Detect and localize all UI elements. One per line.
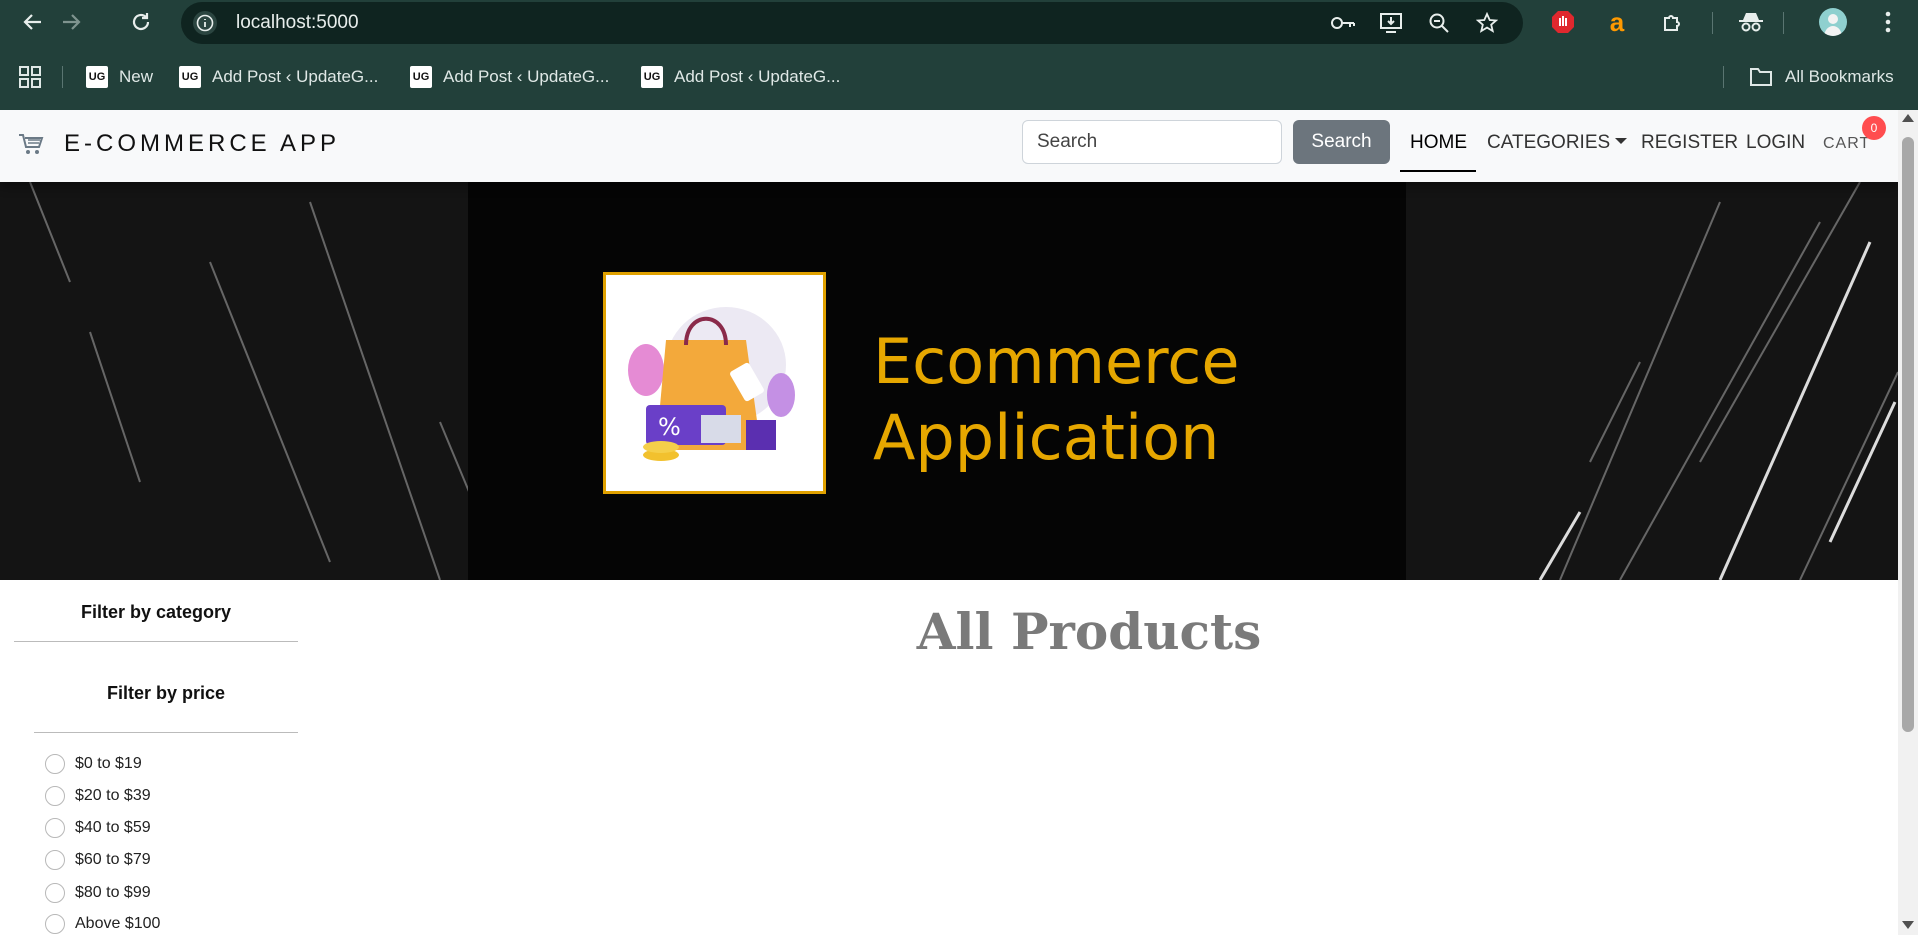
price-option-label: $60 to $79: [75, 851, 151, 868]
nav-categories[interactable]: CATEGORIES: [1487, 132, 1628, 154]
bookmark-favicon-icon: UG: [86, 66, 108, 88]
bookmark-favicon-icon: UG: [641, 66, 663, 88]
incognito-icon[interactable]: [1737, 8, 1765, 36]
radio-button[interactable]: [45, 850, 65, 870]
bookmark-label: Add Post ‹ UpdateG...: [443, 67, 610, 86]
all-bookmarks[interactable]: All Bookmarks: [1749, 64, 1894, 90]
filters-sidebar: Filter by category Filter by price $0 to…: [14, 580, 298, 935]
radio-button[interactable]: [45, 883, 65, 903]
search-input[interactable]: [1022, 120, 1282, 164]
toolbar-divider: [1783, 12, 1784, 34]
browser-toolbar: localhost:5000 a: [0, 0, 1918, 45]
filter-price-heading: Filter by price: [106, 683, 226, 703]
scroll-up-icon[interactable]: [1902, 114, 1914, 122]
svg-text:%: %: [658, 413, 681, 441]
price-option[interactable]: $0 to $19: [45, 752, 142, 776]
price-option[interactable]: $60 to $79: [45, 848, 151, 872]
extensions-icon[interactable]: [1659, 8, 1687, 36]
avatar-icon[interactable]: [1819, 8, 1847, 36]
bookmark-divider: [62, 66, 63, 88]
search-button[interactable]: Search: [1293, 120, 1390, 164]
bookmark-label: Add Post ‹ UpdateG...: [674, 67, 841, 86]
page-scrollbar[interactable]: [1898, 110, 1918, 935]
bookmark-item[interactable]: UG Add Post ‹ UpdateG...: [410, 64, 609, 90]
radio-button[interactable]: [45, 754, 65, 774]
nav-categories-label: CATEGORIES: [1487, 132, 1611, 153]
apps-icon[interactable]: [18, 64, 42, 90]
shopping-bag-illustration: %: [603, 272, 826, 494]
bookmark-item[interactable]: UG Add Post ‹ UpdateG...: [641, 64, 840, 90]
folder-icon: [1750, 68, 1772, 86]
price-option-label: Above $100: [75, 915, 161, 932]
bookmark-item[interactable]: UG Add Post ‹ UpdateG...: [179, 64, 378, 90]
radio-button[interactable]: [45, 914, 65, 934]
site-info-icon[interactable]: [193, 11, 217, 35]
bookmark-item[interactable]: UG New: [86, 64, 153, 90]
hero-title-line1: Ecommerce: [873, 325, 1240, 398]
price-option-label: $40 to $59: [75, 819, 151, 836]
price-option[interactable]: Above $100: [45, 912, 160, 935]
nav-home[interactable]: HOME: [1410, 132, 1467, 154]
cart-logo-icon: [19, 134, 44, 154]
scroll-down-icon[interactable]: [1902, 921, 1914, 929]
brand-title: E-COMMERCE APP: [64, 130, 341, 157]
price-option-label: $80 to $99: [75, 884, 151, 901]
forward-icon[interactable]: [56, 7, 86, 37]
url-text[interactable]: localhost:5000: [236, 12, 359, 34]
price-option-label: $20 to $39: [75, 787, 151, 804]
price-option[interactable]: $80 to $99: [45, 881, 151, 905]
back-icon[interactable]: [18, 7, 48, 37]
filter-category-heading: Filter by category: [80, 602, 232, 622]
hero-title-line2: Application: [873, 401, 1220, 474]
divider: [14, 641, 298, 642]
bookmark-label: Add Post ‹ UpdateG...: [212, 67, 379, 86]
caret-down-icon: [1615, 138, 1628, 144]
radio-button[interactable]: [45, 786, 65, 806]
web-page: E-COMMERCE APP Search HOME CATEGORIES RE…: [0, 110, 1898, 935]
bookmark-favicon-icon: UG: [410, 66, 432, 88]
bookmarks-bar: UG New UG Add Post ‹ UpdateG... UG Add P…: [0, 56, 1918, 98]
toolbar-divider: [1712, 12, 1713, 34]
zoom-icon[interactable]: [1426, 10, 1452, 36]
nav-login[interactable]: LOGIN: [1746, 132, 1805, 154]
active-underline: [1400, 170, 1476, 172]
star-icon[interactable]: [1474, 10, 1500, 36]
bookmark-divider: [1723, 66, 1724, 88]
address-bar[interactable]: localhost:5000: [181, 2, 1523, 44]
install-icon[interactable]: [1378, 10, 1404, 36]
price-option-label: $0 to $19: [75, 755, 142, 772]
price-option[interactable]: $40 to $59: [45, 816, 151, 840]
divider: [34, 732, 298, 733]
bookmark-favicon-icon: UG: [179, 66, 201, 88]
adblock-icon[interactable]: [1549, 8, 1577, 36]
reload-icon[interactable]: [126, 7, 156, 37]
browser-chrome: localhost:5000 a UG New UG Add Post ‹ Up…: [0, 0, 1918, 110]
bookmark-label: New: [119, 67, 154, 86]
all-bookmarks-label: All Bookmarks: [1785, 67, 1894, 86]
scroll-thumb[interactable]: [1902, 137, 1914, 732]
hero-banner: % Ecommerce Application: [0, 182, 1898, 580]
key-icon[interactable]: [1330, 10, 1356, 36]
nav-cart[interactable]: CART: [1823, 135, 1870, 153]
cart-count-badge: 0: [1862, 116, 1886, 140]
all-products-heading: All Products: [916, 602, 1262, 661]
radio-button[interactable]: [45, 818, 65, 838]
amazon-icon[interactable]: a: [1603, 7, 1631, 37]
menu-icon[interactable]: [1874, 8, 1902, 36]
price-option[interactable]: $20 to $39: [45, 784, 151, 808]
hero-title: Ecommerce Application: [873, 324, 1240, 476]
nav-register[interactable]: REGISTER: [1641, 132, 1738, 154]
brand[interactable]: E-COMMERCE APP: [18, 130, 340, 158]
site-navbar: E-COMMERCE APP Search HOME CATEGORIES RE…: [0, 110, 1898, 182]
